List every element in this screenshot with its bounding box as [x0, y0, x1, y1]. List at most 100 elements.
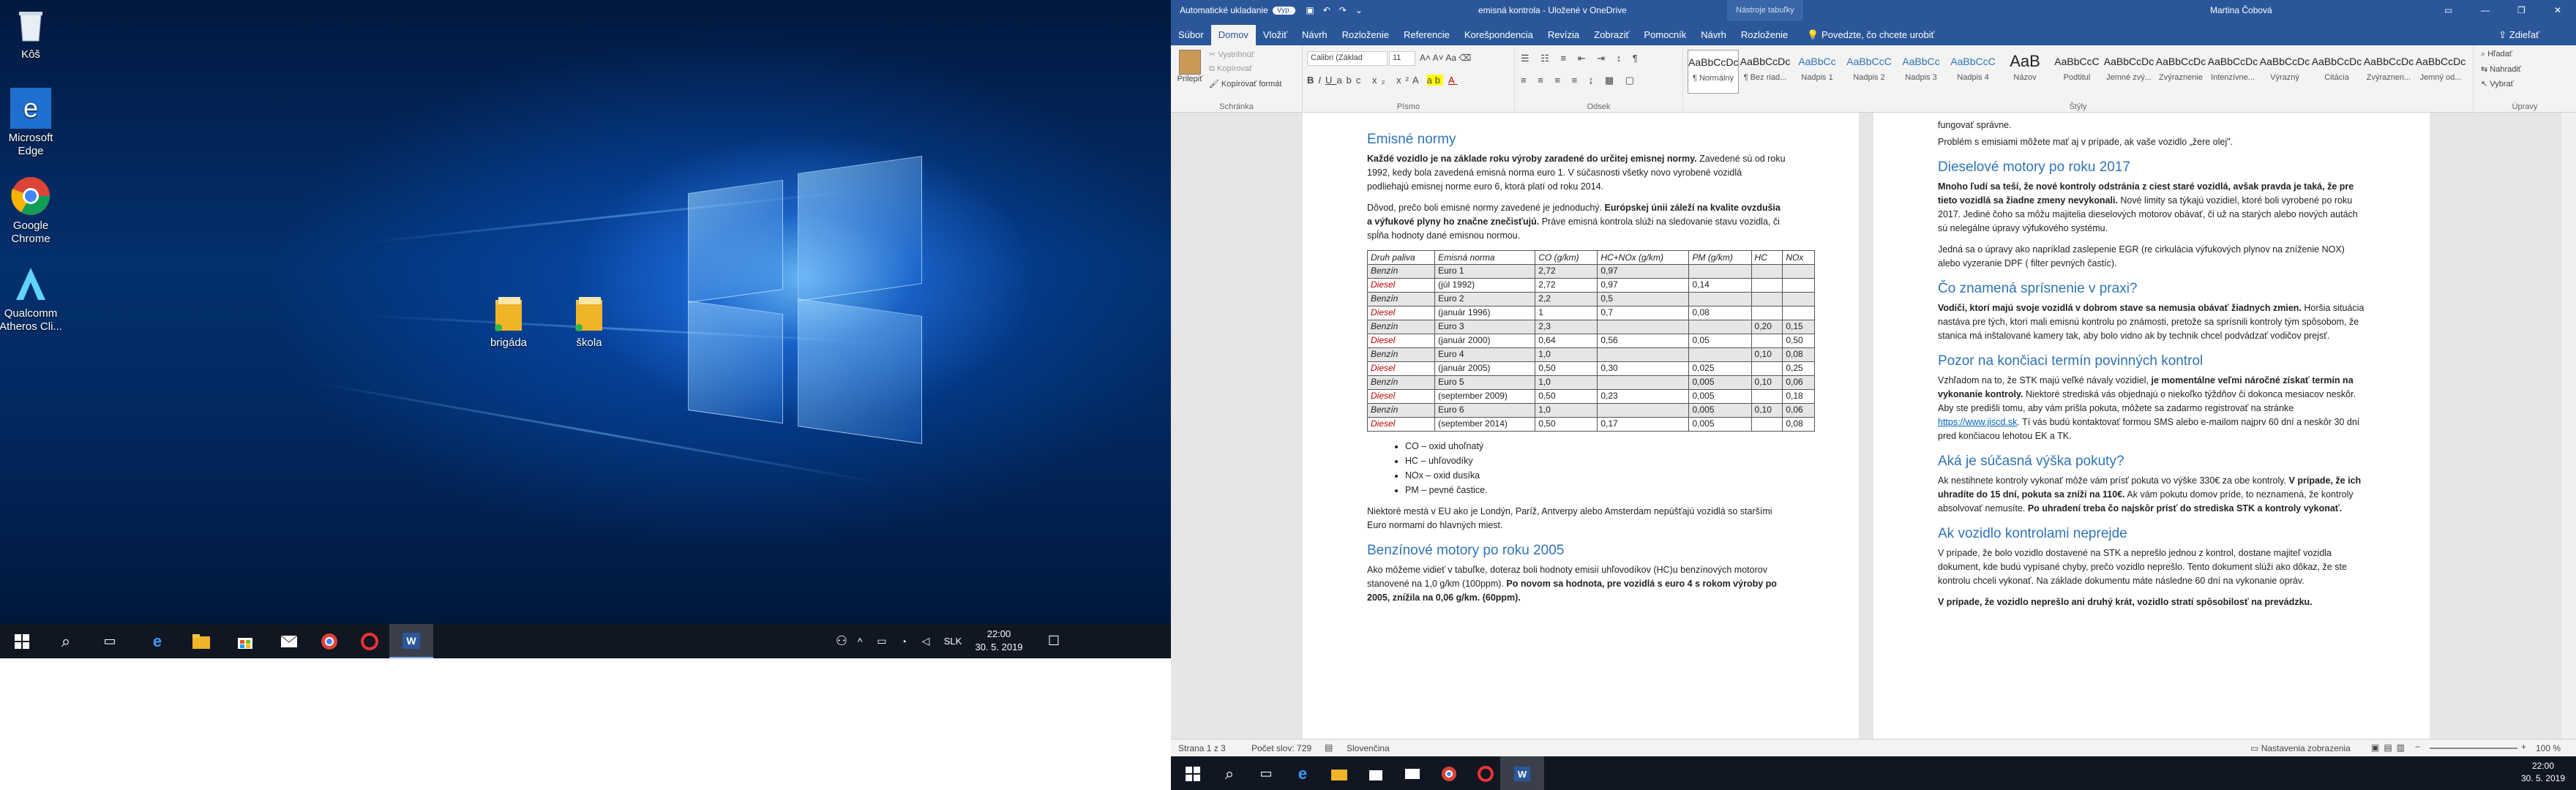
table-cell[interactable]: (september 2014) [1434, 417, 1536, 432]
font-size-select[interactable]: 11 [1389, 51, 1415, 66]
word-taskbar-icon[interactable]: W [1500, 756, 1544, 790]
undo-icon[interactable]: ↶ [1323, 5, 1330, 15]
tab-home[interactable]: Domov [1210, 25, 1256, 45]
table-cell[interactable]: Benzín [1366, 403, 1436, 418]
table-cell[interactable] [1751, 389, 1783, 404]
select-button[interactable]: ↖ Vybrať [2481, 79, 2514, 89]
table-cell[interactable]: 0,10 [1751, 403, 1783, 418]
table-cell[interactable] [1597, 347, 1690, 362]
minimize-icon[interactable]: — [2481, 5, 2490, 15]
table-cell[interactable]: 0,30 [1597, 361, 1690, 376]
alignment-buttons[interactable]: ≡ ≡ ≡ ≡ ↨ ▦ ▢ [1521, 75, 1639, 86]
table-header-cell[interactable]: Emisná norma [1434, 250, 1536, 265]
table-header-cell[interactable]: CO (g/km) [1535, 250, 1598, 265]
zoom-level[interactable]: 100 % [2536, 743, 2561, 753]
table-cell[interactable] [1782, 306, 1815, 320]
style-item[interactable]: AaBbCcDc Zvýraznen... [2363, 50, 2414, 94]
tab-file[interactable]: Súbor [1171, 25, 1211, 45]
ribbon-options-icon[interactable]: ▭ [2444, 5, 2452, 15]
user-name[interactable]: Martina Čobová [2210, 5, 2272, 15]
word-count[interactable]: Počet slov: 729 [1251, 743, 1311, 753]
clock[interactable]: 22:00 30. 5. 2019 [2517, 760, 2569, 785]
table-cell[interactable] [1597, 403, 1690, 418]
table-cell[interactable]: 0,50 [1782, 334, 1815, 348]
autosave-toggle[interactable]: Vyp. [1272, 6, 1296, 15]
table-header-cell[interactable]: Druh paliva [1366, 250, 1436, 265]
table-header-cell[interactable]: NOx [1782, 250, 1815, 265]
table-cell[interactable] [1688, 347, 1752, 362]
desktop-icon-edge[interactable]: e Microsoft Edge [0, 88, 67, 158]
tab-insert[interactable]: Vložiť [1256, 25, 1295, 45]
table-header-cell[interactable]: HC [1751, 250, 1783, 265]
table-cell[interactable]: 0,025 [1688, 361, 1752, 376]
find-button[interactable]: ⌕ Hľadať [2481, 50, 2512, 59]
tab-help[interactable]: Pomocník [1636, 25, 1693, 45]
tell-me-box[interactable]: 💡 Povedzte, čo chcete urobiť [1800, 25, 1942, 45]
link[interactable]: https://www.jiscd.sk [1938, 417, 2017, 427]
table-cell[interactable]: 1,0 [1535, 347, 1598, 362]
table-cell[interactable] [1597, 375, 1690, 390]
table-cell[interactable] [1688, 264, 1752, 279]
table-cell[interactable]: 0,17 [1597, 417, 1690, 432]
table-cell[interactable] [1751, 306, 1783, 320]
style-item[interactable]: AaBbCcDc Intenzívne... [2207, 50, 2258, 94]
style-item[interactable]: AaB Názov [1999, 50, 2051, 94]
tab-review[interactable]: Revízia [1540, 25, 1587, 45]
table-cell[interactable]: 0,08 [1782, 417, 1815, 432]
style-item[interactable]: AaBbCcDc ¶ Normálny [1688, 50, 1739, 94]
table-cell[interactable]: 1 [1535, 306, 1598, 320]
share-button[interactable]: ⇪ Zdieľať [2491, 25, 2547, 45]
emission-table[interactable]: Druh paliva Emisná norma CO (g/km) HC+NOx (… [1366, 250, 1815, 432]
table-cell[interactable]: Euro 3 [1434, 320, 1536, 334]
table-cell[interactable]: 0,18 [1782, 389, 1815, 404]
chrome-taskbar-icon[interactable] [307, 624, 351, 658]
font-color-buttons[interactable]: A ab A [1412, 75, 1458, 86]
table-cell[interactable]: 0,005 [1688, 417, 1752, 432]
table-cell[interactable]: 0,10 [1751, 375, 1783, 390]
tab-design[interactable]: Návrh [1295, 25, 1335, 45]
table-cell[interactable]: Benzín [1366, 264, 1436, 279]
page-count[interactable]: Strana 1 z 3 [1178, 743, 1226, 753]
desktop-icon-chrome[interactable]: Google Chrome [0, 176, 67, 246]
zoom-out-icon[interactable]: − [2415, 742, 2420, 752]
table-cell[interactable]: 0,97 [1597, 264, 1690, 279]
table-cell[interactable]: 1,0 [1535, 403, 1598, 418]
zoom-in-icon[interactable]: + [2521, 742, 2526, 752]
table-cell[interactable]: 0,06 [1782, 375, 1815, 390]
table-cell[interactable]: Benzín [1366, 292, 1436, 306]
cut-button[interactable]: ✂ Vystrihnúť [1209, 50, 1254, 59]
vertical-scrollbar[interactable] [2561, 113, 2576, 739]
style-item[interactable]: AaBbCc Nadpis 3 [1895, 50, 1947, 94]
zoom-slider[interactable] [2430, 748, 2517, 749]
font-format-buttons[interactable]: BIUabc x₂ x² [1307, 75, 1413, 86]
table-cell[interactable]: 0,64 [1535, 334, 1598, 348]
chevron-up-icon[interactable]: ^ [849, 624, 871, 658]
table-cell[interactable] [1782, 278, 1815, 293]
table-cell[interactable]: Benzín [1366, 347, 1436, 362]
view-buttons[interactable]: ▣▤▥ [2371, 742, 2409, 753]
tab-table-design[interactable]: Návrh [1693, 25, 1734, 45]
table-cell[interactable]: Diesel [1366, 278, 1436, 293]
search-icon[interactable]: ⌕ [44, 624, 88, 658]
desktop-icon-folder-brigada[interactable]: brigáda [472, 293, 545, 350]
replace-button[interactable]: ⇆ Nahradiť [2481, 64, 2521, 74]
table-cell[interactable]: 0,005 [1688, 403, 1752, 418]
desktop-icon-recycle-bin[interactable]: Kôš [0, 4, 67, 61]
save-icon[interactable]: ▣ [1306, 5, 1314, 15]
table-cell[interactable]: 0,7 [1597, 306, 1690, 320]
volume-icon[interactable]: ◁ [915, 624, 937, 658]
copy-button[interactable]: ⧉ Kopírovať [1209, 64, 1252, 74]
table-cell[interactable] [1688, 292, 1752, 306]
table-cell[interactable] [1751, 292, 1783, 306]
table-cell[interactable]: Diesel [1366, 361, 1436, 376]
redo-icon[interactable]: ↷ [1339, 5, 1347, 15]
table-cell[interactable]: (január 2000) [1434, 334, 1536, 348]
style-item[interactable]: AaBbCcC Nadpis 4 [1947, 50, 1999, 94]
table-cell[interactable]: 1,0 [1535, 375, 1598, 390]
paste-button[interactable]: Prilepiť [1175, 50, 1205, 83]
tab-table-layout[interactable]: Rozloženie [1734, 25, 1795, 45]
table-cell[interactable]: (júl 1992) [1434, 278, 1536, 293]
table-cell[interactable]: Euro 6 [1434, 403, 1536, 418]
table-cell[interactable]: 0,08 [1782, 347, 1815, 362]
table-cell[interactable]: (január 1996) [1434, 306, 1536, 320]
